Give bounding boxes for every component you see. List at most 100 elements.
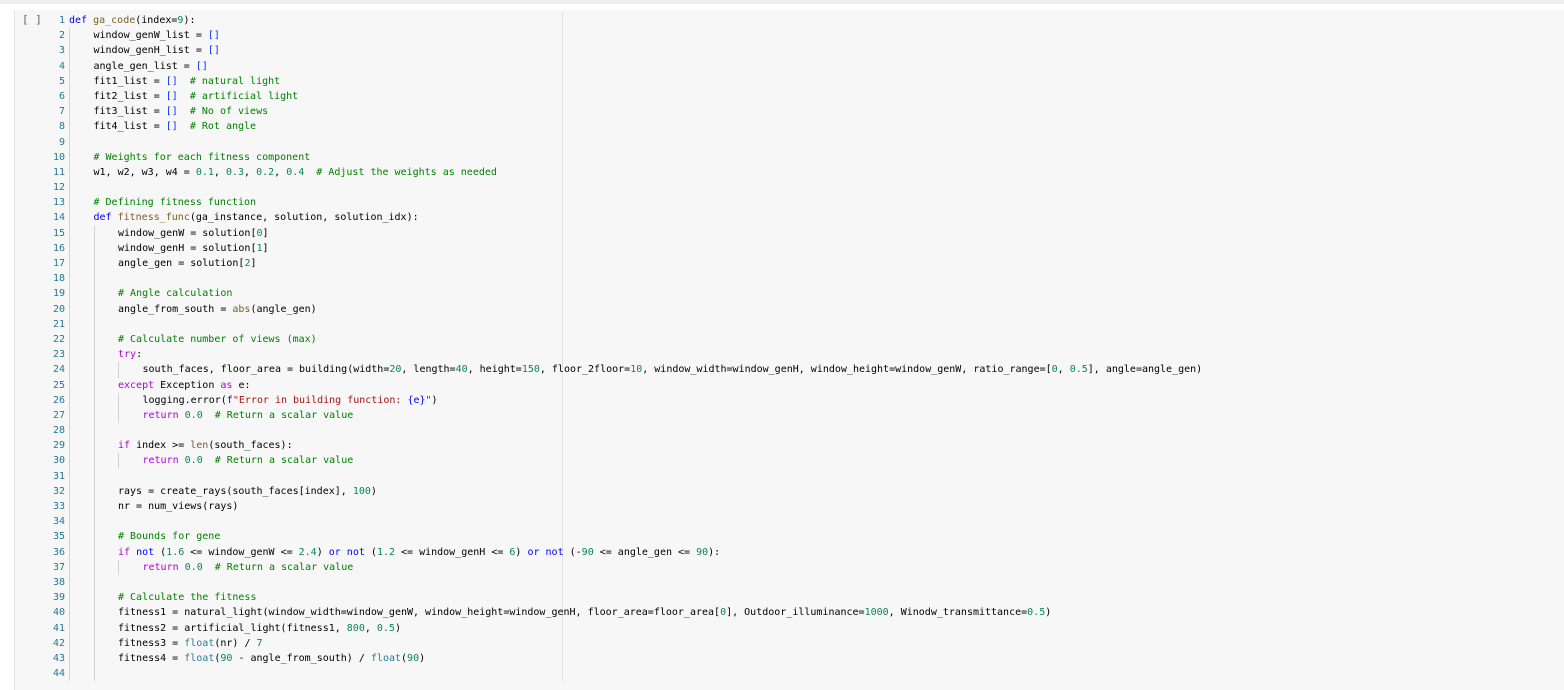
code-token: ga_code [93, 15, 136, 26]
code-line[interactable]: 35 # Bounds for gene [0, 529, 1564, 545]
code-line[interactable]: 11 w1, w2, w3, w4 = 0.1, 0.3, 0.2, 0.4 # … [0, 164, 1564, 181]
code-line[interactable]: 23 try: [0, 347, 1564, 363]
code-line[interactable]: 32 rays = create_rays(south_faces[index],… [0, 483, 1564, 499]
code-token: # No of views [177, 106, 269, 118]
code-text: fitness4 = float(90 - angle_from_south) … [118, 651, 425, 666]
code-line[interactable]: 26 logging.error(f"Error in building func… [0, 392, 1564, 408]
code-text: return 0.0 # Return a scalar value [143, 560, 354, 575]
code-text: logging.error(f"Error in building functi… [143, 393, 438, 408]
code-token: 1.6 [166, 546, 185, 558]
code-line[interactable]: 37 return 0.0 # Return a scalar value [0, 559, 1564, 575]
code-token: nr = num_views(rays) [118, 501, 239, 512]
code-token: rays = create_rays(south_faces[index], [118, 485, 353, 497]
code-line[interactable]: 27 return 0.0 # Return a scalar value [0, 407, 1564, 424]
code-token: 90 [581, 546, 594, 558]
code-text: fitness2 = artificial_light(fitness1, 80… [118, 621, 401, 636]
code-token: <= window_genH <= [395, 546, 510, 558]
indent-guide [93, 362, 95, 378]
code-line[interactable]: 21 [0, 316, 1564, 332]
code-token: 20 [389, 364, 402, 376]
code-text: try: [118, 347, 142, 362]
indent-guide [93, 529, 95, 545]
code-line[interactable]: 16 window_genH = solution[1] [0, 240, 1564, 256]
code-token: south_faces, floor_area = building(width… [142, 364, 390, 376]
code-token: ], Outdoor_illuminance= [726, 607, 865, 619]
code-token: w1, w2, w3, w4 = [93, 166, 196, 178]
code-line[interactable]: 5 fit1_list = [] # natural light [0, 73, 1564, 89]
indent-guide [69, 104, 70, 120]
code-token: ): [183, 15, 196, 26]
indent-guide [93, 620, 95, 636]
code-line[interactable]: 7 fit3_list = [] # No of views [0, 104, 1564, 120]
indent-guide [69, 468, 70, 484]
code-token: [] [165, 75, 178, 87]
code-line[interactable]: 22 # Calculate number of views (max) [0, 331, 1564, 348]
line-number: 9 [58, 136, 65, 148]
code-line[interactable]: 13 # Defining fitness function [0, 195, 1564, 211]
code-line[interactable]: 34 [0, 514, 1564, 530]
code-line[interactable]: 8 fit4_list = [] # Rot angle [0, 119, 1564, 135]
code-token: (south_faces): [208, 440, 293, 452]
code-line[interactable]: 18 [0, 271, 1564, 287]
code-line[interactable]: 4 angle_gen_list = [] [0, 58, 1564, 74]
code-token: window_genW = solution[ [118, 227, 257, 239]
indent-guide [118, 362, 119, 378]
code-line[interactable]: 12 [0, 180, 1564, 196]
indent-guide [69, 574, 70, 591]
code-token: ) [370, 485, 377, 497]
code-text: rays = create_rays(south_faces[index], 1… [118, 484, 377, 499]
code-token: fit4_list = [93, 121, 166, 133]
indent-guide [69, 180, 70, 196]
code-line[interactable]: 24 south_faces, floor_area = building(wid… [0, 362, 1564, 378]
code-token: 0.0 [184, 455, 203, 467]
code-line[interactable]: 33 nr = num_views(rays) [0, 499, 1564, 515]
code-token: fitness4 = [118, 652, 185, 664]
code-line[interactable]: 6 fit2_list = [] # artificial light [0, 88, 1564, 105]
code-line[interactable]: 10 # Weights for each fitness component [0, 149, 1564, 165]
code-line[interactable]: 38 [0, 574, 1564, 591]
indent-guide [69, 88, 70, 105]
code-text: fit2_list = [] # artificial light [94, 89, 299, 104]
code-line[interactable]: 29 if index >= len(south_faces): [0, 438, 1564, 454]
code-line[interactable]: 30 return 0.0 # Return a scalar value [0, 453, 1564, 469]
code-line[interactable]: 1 def ga_code(index=9): [0, 13, 1564, 28]
code-editor[interactable]: 1 def ga_code(index=9): 2 window_genW_list … [0, 13, 1564, 682]
code-text: return 0.0 # Return a scalar value [143, 453, 354, 468]
line-number: 33 [52, 501, 65, 512]
code-line[interactable]: 40 fitness1 = natural_light(window_width=… [0, 605, 1564, 621]
code-line[interactable]: 43 fitness4 = float(90 - angle_from_south… [0, 650, 1564, 667]
code-line[interactable]: 28 [0, 423, 1564, 439]
indent-guide [69, 483, 70, 499]
code-text: def fitness_func(ga_instance, solution, … [94, 210, 419, 225]
indent-guide [93, 666, 95, 682]
code-text: angle_gen_list = [] [94, 59, 208, 74]
code-line[interactable]: 42 fitness3 = float(nr) / 7 [0, 635, 1564, 651]
indent-guide [93, 271, 95, 287]
code-line[interactable]: 44 [0, 666, 1564, 682]
code-token: return [142, 455, 185, 467]
code-text: # Bounds for gene [118, 529, 220, 544]
code-line[interactable]: 9 [0, 134, 1564, 150]
code-line[interactable]: 39 # Calculate the fitness [0, 590, 1564, 606]
code-line[interactable]: 19 # Angle calculation [0, 286, 1564, 302]
indent-guide [93, 544, 95, 560]
code-line[interactable]: 15 window_genW = solution[0] [0, 225, 1564, 241]
code-text: w1, w2, w3, w4 = 0.1, 0.3, 0.2, 0.4 # Ad… [94, 165, 497, 180]
code-text: # Calculate number of views (max) [118, 332, 317, 347]
code-line[interactable]: 20 angle_from_south = abs(angle_gen) [0, 301, 1564, 317]
code-line[interactable]: 3 window_genH_list = [] [0, 43, 1564, 59]
code-token: 0.1 [195, 166, 214, 178]
code-line[interactable]: 36 if not (1.6 <= window_genW <= 2.4) or … [0, 544, 1564, 560]
indent-guide [69, 362, 70, 378]
line-number: 17 [52, 258, 65, 269]
code-line[interactable]: 31 [0, 468, 1564, 484]
code-token: e: [238, 379, 251, 391]
line-number: 3 [58, 45, 65, 57]
code-line[interactable]: 41 fitness2 = artificial_light(fitness1, … [0, 620, 1564, 636]
code-line[interactable]: 17 angle_gen = solution[2] [0, 256, 1564, 272]
indent-guide [69, 301, 70, 317]
code-line[interactable]: 2 window_genW_list = [] [0, 28, 1564, 44]
code-line[interactable]: 25 except Exception as e: [0, 377, 1564, 393]
code-line[interactable]: 14 def fitness_func(ga_instance, solution… [0, 210, 1564, 226]
code-token: ], angle=angle_gen) [1087, 364, 1203, 376]
